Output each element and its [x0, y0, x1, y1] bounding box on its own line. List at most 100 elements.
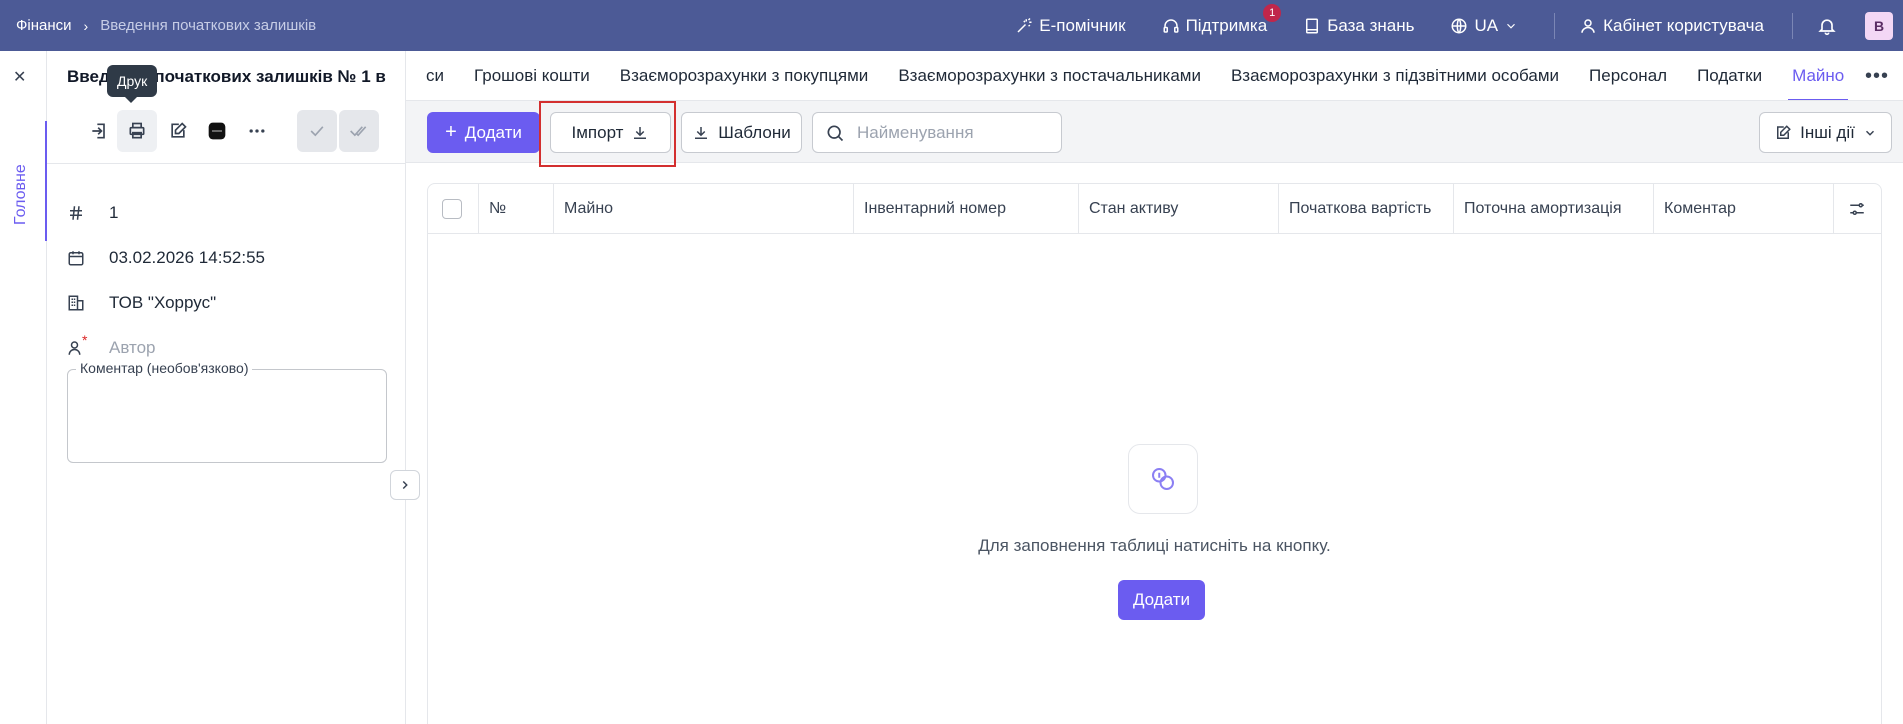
search-icon: [827, 124, 844, 141]
chevron-down-icon: [1507, 23, 1516, 29]
plus-icon: +: [445, 121, 457, 143]
section-tabs: си Грошові кошти Взаєморозрахунки з поку…: [406, 51, 1903, 101]
edit-icon: [1777, 124, 1791, 139]
templates-label: Шаблони: [718, 122, 791, 142]
column-number[interactable]: №: [478, 184, 553, 234]
avatar[interactable]: B: [1865, 11, 1893, 40]
add-button[interactable]: + Додати: [427, 112, 540, 153]
required-marker: *: [82, 332, 88, 348]
knowledge-label: База знань: [1327, 15, 1415, 35]
property-table: № Майно Інвентарний номер Стан активу По…: [427, 183, 1882, 724]
author-placeholder: Автор: [109, 338, 156, 357]
document-panel: Введення початкових залишків № 1 від... …: [47, 51, 406, 724]
language-label: UA: [1474, 15, 1499, 35]
print-tooltip: Друк: [107, 65, 158, 103]
column-inventory-number[interactable]: Інвентарний номер: [853, 184, 1078, 234]
support-label: Підтримка: [1185, 15, 1268, 35]
table-toolbar: + Додати Імпорт Шаблони Інші дії: [406, 101, 1903, 167]
chevron-right-icon: [402, 480, 408, 490]
field-company[interactable]: ТОВ "Хоррус": [67, 293, 216, 313]
dark-app-button[interactable]: [197, 110, 237, 152]
wand-icon: [1017, 17, 1032, 33]
field-date[interactable]: 03.02.2026 14:52:55: [67, 248, 265, 268]
document-datetime: 03.02.2026 14:52:55: [109, 248, 265, 267]
document-number: 1: [109, 203, 119, 222]
breadcrumb-current: Введення початкових залишків: [100, 17, 317, 34]
tab-cash[interactable]: Грошові кошти: [474, 51, 590, 100]
tab-customers[interactable]: Взаєморозрахунки з покупцями: [620, 51, 869, 100]
book-icon: [1306, 18, 1319, 33]
coins-icon: [1152, 468, 1174, 490]
tab-main-vertical[interactable]: Головне: [0, 121, 47, 241]
language-select[interactable]: UA: [1450, 16, 1518, 36]
support-link[interactable]: Підтримка 1: [1162, 3, 1282, 36]
comment-field[interactable]: Коментар (необов'язково): [67, 360, 387, 463]
sliders-icon: [1850, 203, 1864, 215]
tab-summary[interactable]: си: [426, 51, 444, 100]
printer-icon: [129, 122, 145, 139]
top-bar: Фінанси › Введення початкових залишків Е…: [0, 0, 1903, 51]
tab-accountable-persons[interactable]: Взаєморозрахунки з підзвітними особами: [1231, 51, 1559, 100]
divider: [1792, 12, 1793, 39]
user-icon: [1581, 18, 1595, 33]
user-cabinet-link[interactable]: Кабінет користувача: [1579, 16, 1764, 36]
hash-icon: [70, 206, 82, 220]
document-toolbar: [67, 110, 387, 152]
check-icon: [310, 126, 324, 137]
enter-icon: [92, 123, 105, 139]
column-asset-state[interactable]: Стан активу: [1078, 184, 1278, 234]
assistant-label: Е-помічник: [1039, 15, 1126, 35]
search-box: [812, 112, 1062, 153]
app-logo-icon: [208, 122, 226, 140]
check-button[interactable]: [297, 110, 337, 152]
empty-add-button[interactable]: Додати: [1118, 580, 1205, 620]
select-all-checkbox[interactable]: [442, 199, 462, 219]
breadcrumb: Фінанси › Введення початкових залишків: [0, 17, 316, 34]
assistant-link[interactable]: Е-помічник: [1015, 15, 1126, 36]
print-button[interactable]: [117, 110, 157, 152]
close-icon[interactable]: ✕: [13, 67, 26, 87]
column-current-depreciation[interactable]: Поточна амортизація: [1453, 184, 1653, 234]
tab-suppliers[interactable]: Взаєморозрахунки з постачальниками: [898, 51, 1201, 100]
globe-icon: [1451, 18, 1467, 33]
tab-main-label: Головне: [12, 164, 29, 225]
knowledge-base-link[interactable]: База знань: [1303, 16, 1414, 36]
more-horizontal-icon: [249, 129, 265, 133]
other-actions-button[interactable]: Інші дії: [1759, 112, 1892, 153]
chevron-right-icon: ›: [83, 17, 89, 34]
cabinet-label: Кабінет користувача: [1603, 15, 1764, 35]
field-author[interactable]: * Автор: [67, 332, 156, 358]
tab-property[interactable]: Майно: [1788, 51, 1849, 100]
field-number: 1: [67, 203, 118, 223]
column-property[interactable]: Майно: [553, 184, 853, 234]
collapse-panel-button[interactable]: [390, 470, 420, 500]
tabs-more-icon[interactable]: •••: [1865, 65, 1889, 88]
headset-icon: [1163, 18, 1179, 33]
empty-state-icon: [1128, 444, 1198, 514]
highlight-box: [539, 101, 676, 167]
post-button[interactable]: [79, 110, 119, 152]
breadcrumb-finance[interactable]: Фінанси: [16, 17, 72, 34]
more-actions-button[interactable]: [237, 110, 277, 152]
divider: [47, 163, 406, 164]
bell-icon: [1818, 18, 1836, 35]
column-initial-cost[interactable]: Початкова вартість: [1278, 184, 1453, 234]
templates-button[interactable]: Шаблони: [681, 112, 802, 153]
column-settings-button[interactable]: [1833, 184, 1881, 234]
edit-button[interactable]: [158, 110, 198, 152]
double-check-icon: [350, 126, 367, 137]
divider: [1554, 12, 1556, 39]
double-check-button[interactable]: [339, 110, 379, 152]
column-comment[interactable]: Коментар: [1653, 184, 1833, 234]
notifications-button[interactable]: [1817, 16, 1837, 36]
search-input[interactable]: [857, 122, 1047, 143]
support-badge: 1: [1263, 3, 1282, 22]
calendar-icon: [68, 251, 84, 266]
add-label: Додати: [464, 122, 522, 142]
empty-state-text: Для заповнення таблиці натисніть на кноп…: [978, 536, 1331, 555]
tab-taxes[interactable]: Податки: [1697, 51, 1762, 100]
download-icon: [695, 126, 708, 139]
other-actions-label: Інші дії: [1800, 122, 1855, 142]
edit-icon: [171, 122, 187, 138]
tab-personnel[interactable]: Персонал: [1589, 51, 1667, 100]
